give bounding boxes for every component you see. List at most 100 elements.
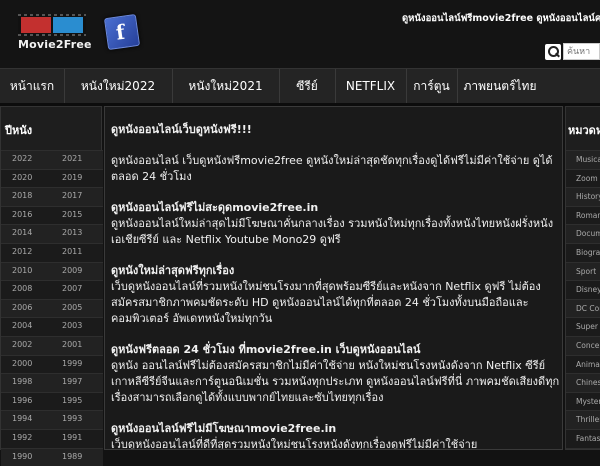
search-button[interactable] <box>545 44 561 60</box>
category-link[interactable]: Zoom ชัด <box>566 169 600 188</box>
year-row: 2006 2005 <box>1 299 103 318</box>
year-link[interactable]: 2009 <box>62 266 82 275</box>
main-heading: ดูหนังออนไลน์เว็บดูหนังฟรี!!! <box>111 122 563 138</box>
main-nav: หน้าแรก หนังใหม่2022 หนังใหม่2021 ซีรีย์… <box>0 68 600 106</box>
category-link[interactable]: Mystery <box>566 392 600 411</box>
year-row: 2012 2011 <box>1 243 103 262</box>
search-input[interactable] <box>563 43 600 60</box>
year-link[interactable]: 1989 <box>62 452 82 461</box>
category-link[interactable]: Romance <box>566 206 600 225</box>
year-row: 2014 2013 <box>1 224 103 243</box>
year-link[interactable]: 1995 <box>62 396 82 405</box>
year-link[interactable]: 2007 <box>62 284 82 293</box>
year-link[interactable]: 2022 <box>12 154 32 163</box>
year-row: 2004 2003 <box>1 317 103 336</box>
year-link[interactable]: 2014 <box>12 228 32 237</box>
paragraph-2: ดูหนังออนไลน์ใหม่ล่าสุดไม่มีโฆษณาคั่นกลา… <box>111 217 553 246</box>
site-header: Movie2Free f ดูหนังออนไลน์ฟรีmovie2free … <box>0 0 600 68</box>
nav-thai-movies[interactable]: ภาพยนตร์ไทย <box>457 69 543 103</box>
site-logo[interactable]: Movie2Free <box>18 14 86 54</box>
year-sidebar-title: ปีหนัง <box>5 121 32 139</box>
logo-text: Movie2Free <box>18 38 88 51</box>
year-row: 2016 2015 <box>1 206 103 225</box>
year-link[interactable]: 1997 <box>62 377 82 386</box>
year-link[interactable]: 2005 <box>62 303 82 312</box>
nav-series[interactable]: ซีรีย์ <box>279 69 336 103</box>
category-sidebar-title: หมวดหนัง <box>568 121 600 139</box>
year-link[interactable]: 2020 <box>12 173 32 182</box>
paragraph-1: ดูหนังออนไลน์ เว็บดูหนังฟรีmovie2free ดู… <box>111 153 563 185</box>
year-link[interactable]: 1993 <box>62 414 82 423</box>
category-link[interactable]: Thriller <box>566 410 600 429</box>
year-link[interactable]: 1991 <box>62 433 82 442</box>
category-link[interactable]: Biography <box>566 243 600 262</box>
year-link[interactable]: 2001 <box>62 340 82 349</box>
paragraph-3: เว็บดูหนังออนไลน์ที่รวมหนังใหม่ชนโรงมากท… <box>111 280 541 325</box>
category-link[interactable]: Super Hero <box>566 317 600 336</box>
paragraph-5: เว็บดูหนังออนไลน์ที่ดีที่สุดรวมหนังใหม่ช… <box>111 438 477 450</box>
category-link[interactable]: Musical <box>566 150 600 169</box>
year-link[interactable]: 1996 <box>12 396 32 405</box>
paragraph-4: ดูหนัง ออนไลน์ฟรีไม่ต้องสมัครสมาชิกไม่มี… <box>111 359 559 404</box>
category-link[interactable]: Concert <box>566 336 600 355</box>
year-link[interactable]: 2008 <box>12 284 32 293</box>
category-link[interactable]: Animation <box>566 355 600 374</box>
year-row: 2010 2009 <box>1 262 103 281</box>
year-link[interactable]: 2003 <box>62 321 82 330</box>
year-link[interactable]: 1998 <box>12 377 32 386</box>
category-link[interactable]: Fantasy <box>566 429 600 448</box>
year-row: 1998 1997 <box>1 373 103 392</box>
year-link[interactable]: 1990 <box>12 452 32 461</box>
category-link[interactable]: Chinese <box>566 373 600 392</box>
category-list: MusicalZoom ชัดHistoryRomanceDocumentary… <box>566 150 600 450</box>
year-row: 2020 2019 <box>1 169 103 188</box>
category-sidebar: หมวดหนัง MusicalZoom ชัดHistoryRomanceDo… <box>565 106 600 450</box>
year-row: 1996 1995 <box>1 392 103 411</box>
nav-cartoon[interactable]: การ์ตูน <box>406 69 458 103</box>
facebook-icon[interactable]: f <box>104 14 140 50</box>
year-sidebar: ปีหนัง 202220212020201920182017201620152… <box>0 106 102 450</box>
year-link[interactable]: 1994 <box>12 414 32 423</box>
year-link[interactable]: 2012 <box>12 247 32 256</box>
year-list: 2022 2021 2020 2019 2018 2017 2016 2015 2014 2013… <box>1 150 103 466</box>
year-link[interactable]: 2021 <box>62 154 82 163</box>
year-link[interactable]: 2000 <box>12 359 32 368</box>
category-link[interactable]: Disney <box>566 280 600 299</box>
year-link[interactable]: 2002 <box>12 340 32 349</box>
year-link[interactable]: 2004 <box>12 321 32 330</box>
year-row: 1992 1991 <box>1 429 103 448</box>
film-reel-icon <box>18 14 86 36</box>
year-link[interactable]: 2017 <box>62 191 82 200</box>
year-link[interactable]: 1992 <box>12 433 32 442</box>
year-link[interactable]: 2010 <box>12 266 32 275</box>
nav-new-2022[interactable]: หนังใหม่2022 <box>64 69 173 103</box>
section-heading-2: ดูหนังออนไลน์ฟรีไม่สะดุดmovie2free.in <box>111 201 318 214</box>
year-link[interactable]: 2013 <box>62 228 82 237</box>
year-row: 2018 2017 <box>1 187 103 206</box>
section-heading-5: ดูหนังออนไลน์ฟรีไม่มีโฆษณาmovie2free.in <box>111 422 336 435</box>
section-heading-4: ดูหนังฟรีตลอด 24 ชั่วโมง ที่movie2free.i… <box>111 343 420 356</box>
nav-new-2021[interactable]: หนังใหม่2021 <box>172 69 280 103</box>
header-tagline: ดูหนังออนไลน์ฟรีmovie2free ดูหนังออนไลน์… <box>402 11 600 26</box>
year-link[interactable]: 2011 <box>62 247 82 256</box>
category-link[interactable]: DC Comics <box>566 299 600 318</box>
year-link[interactable]: 2015 <box>62 210 82 219</box>
category-link[interactable]: Documentary <box>566 224 600 243</box>
year-row: 2022 2021 <box>1 150 103 169</box>
nav-home[interactable]: หน้าแรก <box>0 69 65 103</box>
year-row: 1990 1989 <box>1 448 103 466</box>
section-heading-3: ดูหนังใหม่ล่าสุดฟรีทุกเรื่อง <box>111 264 234 277</box>
year-row: 1994 1993 <box>1 410 103 429</box>
year-link[interactable]: 2018 <box>12 191 32 200</box>
nav-netflix[interactable]: NETFLIX <box>335 69 407 103</box>
year-link[interactable]: 2016 <box>12 210 32 219</box>
category-link[interactable]: History <box>566 187 600 206</box>
category-link[interactable]: Sport <box>566 262 600 281</box>
year-row: 2008 2007 <box>1 280 103 299</box>
year-row: 2002 2001 <box>1 336 103 355</box>
year-link[interactable]: 2006 <box>12 303 32 312</box>
year-link[interactable]: 2019 <box>62 173 82 182</box>
main-content: ดูหนังออนไลน์เว็บดูหนังฟรี!!! ดูหนังออนไ… <box>104 106 563 450</box>
year-link[interactable]: 1999 <box>62 359 82 368</box>
year-row: 2000 1999 <box>1 355 103 374</box>
